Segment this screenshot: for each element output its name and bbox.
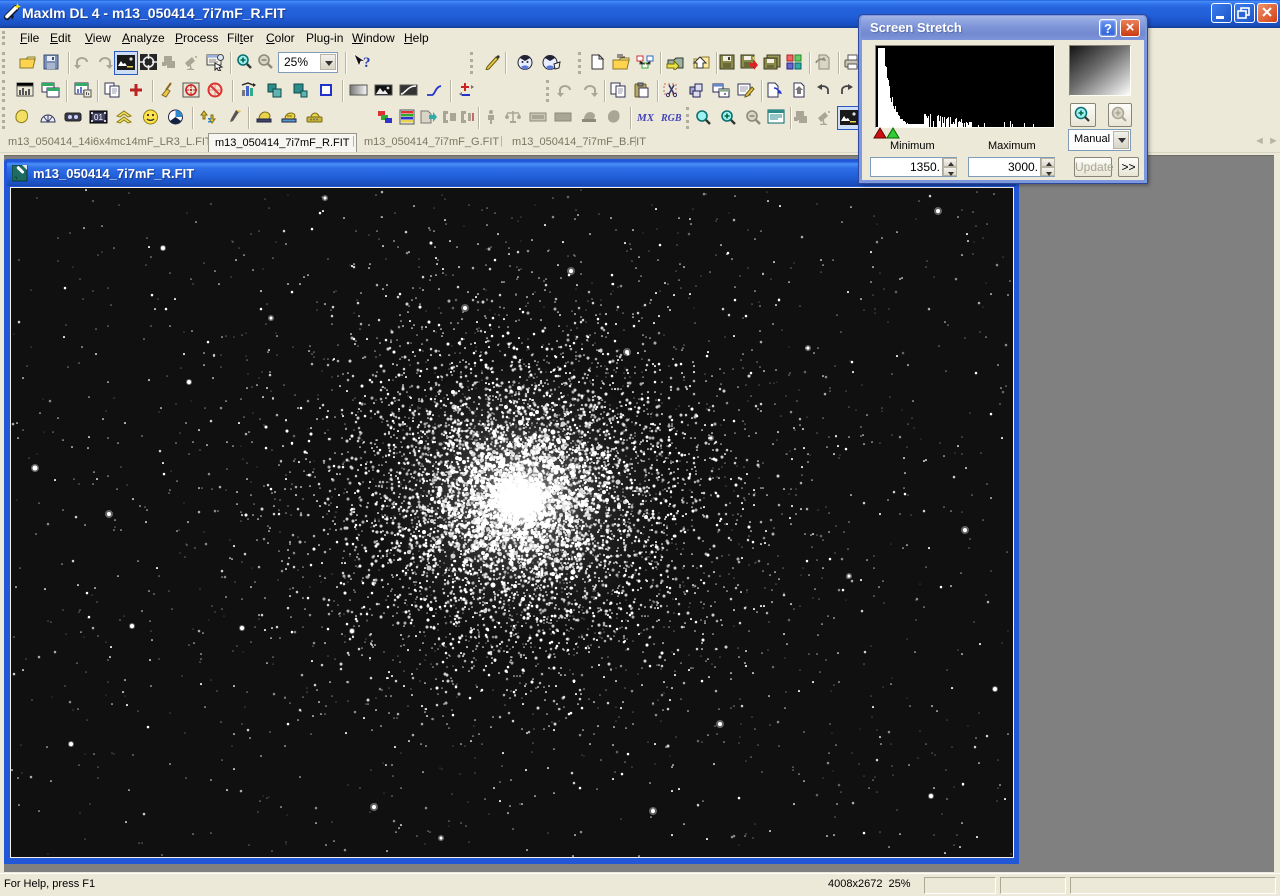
svg-text:01: 01: [94, 113, 103, 122]
svg-text:RGB: RGB: [660, 113, 682, 124]
svg-text:?: ?: [363, 55, 371, 70]
svg-text:MX: MX: [636, 112, 655, 124]
